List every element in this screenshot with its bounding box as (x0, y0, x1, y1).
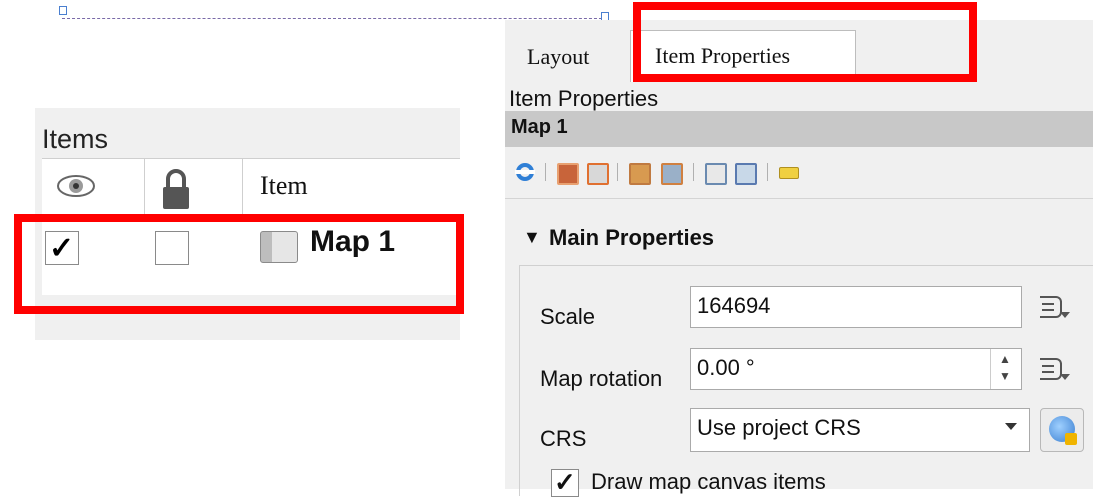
items-table-header: Item (42, 158, 460, 216)
data-defined-override-icon[interactable] (1036, 352, 1072, 388)
pencil-icon (1065, 433, 1077, 445)
crs-value: Use project CRS (697, 415, 861, 440)
spin-buttons[interactable]: ▲ ▼ (990, 349, 1021, 389)
refresh-icon[interactable] (515, 162, 535, 182)
label-icon[interactable] (779, 167, 799, 179)
spin-down-icon[interactable]: ▼ (999, 369, 1011, 383)
draw-map-canvas-items-label[interactable]: Draw map canvas items (591, 469, 826, 495)
map-rotation-label: Map rotation (540, 366, 663, 391)
collapse-arrow-icon[interactable]: ▼ (523, 227, 541, 248)
move-content-icon[interactable] (705, 163, 727, 185)
atlas-icon[interactable] (735, 163, 757, 185)
column-divider (242, 159, 243, 215)
view-scale-icon[interactable] (661, 163, 683, 185)
tab-label: Layout (527, 44, 590, 69)
set-scale-icon[interactable] (629, 163, 651, 185)
toolbar-separator (617, 163, 618, 181)
properties-area: ▼ Main Properties Scale 164694 Map rotat… (505, 198, 1093, 497)
crs-label: CRS (540, 426, 587, 451)
highlight-box-map-row (14, 214, 464, 314)
spin-up-icon[interactable]: ▲ (999, 352, 1011, 366)
item-name: Map 1 (511, 116, 568, 138)
draw-map-canvas-items-checkbox[interactable]: ✓ (551, 467, 579, 497)
main-properties-group: Scale 164694 Map rotation 0.00 ° ▲ ▼ CRS… (519, 265, 1093, 496)
tab-layout[interactable]: Layout (505, 30, 630, 82)
lock-icon (163, 169, 189, 209)
item-toolbar (505, 155, 1093, 191)
scale-input[interactable]: 164694 (690, 286, 1022, 328)
items-panel-title: Items (42, 124, 109, 154)
check-icon: ✓ (554, 467, 576, 497)
toolbar-separator (693, 163, 694, 181)
selection-handle[interactable] (59, 6, 67, 15)
canvas-selection-line (62, 18, 607, 19)
toolbar-separator (545, 163, 546, 181)
chevron-down-icon (1005, 423, 1017, 430)
scale-label: Scale (540, 304, 596, 329)
eye-icon (57, 175, 95, 197)
map-rotation-spinbox[interactable]: 0.00 ° ▲ ▼ (690, 348, 1022, 390)
toolbar-separator (767, 163, 768, 181)
section-title[interactable]: Main Properties (549, 225, 714, 251)
item-name-bar: Map 1 (505, 111, 1093, 147)
column-divider (144, 159, 145, 215)
highlight-box-item-properties-tab (633, 2, 977, 82)
panel-title: Item Properties (509, 86, 659, 111)
crs-combobox[interactable]: Use project CRS (690, 408, 1030, 452)
map-rotation-value: 0.00 ° (697, 355, 755, 380)
view-extent-icon[interactable] (587, 163, 609, 185)
select-crs-button[interactable] (1040, 408, 1084, 452)
column-header-item[interactable]: Item (260, 171, 308, 201)
properties-dock: Layout Item Properties Item Properties M… (505, 20, 1093, 497)
set-to-map-extent-icon[interactable] (557, 163, 579, 185)
data-defined-override-icon[interactable] (1036, 290, 1072, 326)
